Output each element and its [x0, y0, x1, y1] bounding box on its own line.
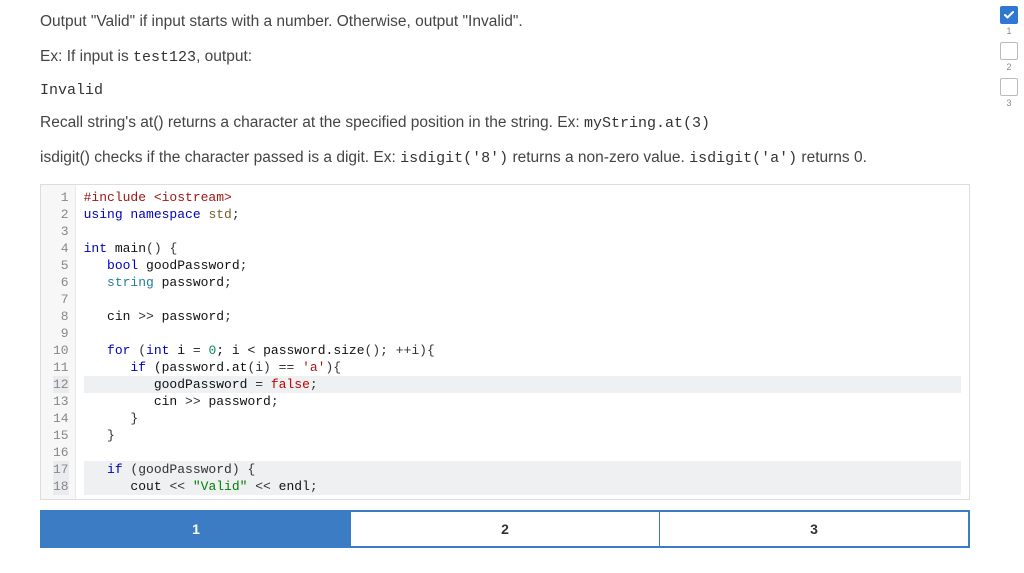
line-number: 2 [53, 206, 69, 223]
code-line[interactable]: int main() { [84, 240, 961, 257]
progress-box-2[interactable] [1000, 42, 1018, 60]
line-number: 7 [53, 291, 69, 308]
code-column[interactable]: #include <iostream>using namespace std; i… [76, 185, 969, 499]
instruction-line-1: Output "Valid" if input starts with a nu… [40, 12, 935, 33]
progress-number: 1 [1006, 26, 1011, 36]
code-line[interactable]: if (password.at(i) == 'a'){ [84, 359, 961, 376]
line-number: 4 [53, 240, 69, 257]
code-line[interactable]: goodPassword = false; [84, 376, 961, 393]
example-input-code: test123 [133, 49, 196, 66]
code-line[interactable]: cout << "Valid" << endl; [84, 478, 961, 495]
progress-number: 3 [1006, 98, 1011, 108]
example-output: Invalid [40, 82, 935, 99]
code-line[interactable] [84, 291, 961, 308]
code-line[interactable] [84, 223, 961, 240]
isdigit-example1-code: isdigit('8') [400, 150, 508, 167]
instruction-line-4: isdigit() checks if the character passed… [40, 148, 935, 169]
code-line[interactable]: for (int i = 0; i < password.size(); ++i… [84, 342, 961, 359]
code-area: 123456789101112131415161718 #include <io… [41, 185, 969, 499]
at-example-code: myString.at(3) [584, 115, 710, 132]
test-case-pager: 123 [40, 510, 970, 548]
code-editor[interactable]: 123456789101112131415161718 #include <io… [40, 184, 970, 500]
instruction-text: returns 0. [797, 149, 867, 166]
line-number: 17 [53, 461, 69, 478]
line-number: 5 [53, 257, 69, 274]
instruction-text: isdigit() checks if the character passed… [40, 149, 400, 166]
line-number: 6 [53, 274, 69, 291]
instruction-line-3: Recall string's at() returns a character… [40, 113, 935, 134]
instruction-text: , output: [196, 48, 252, 65]
line-number: 8 [53, 308, 69, 325]
code-line[interactable]: using namespace std; [84, 206, 961, 223]
code-line[interactable]: if (goodPassword) { [84, 461, 961, 478]
code-line[interactable] [84, 444, 961, 461]
code-line[interactable]: cin >> password; [84, 308, 961, 325]
pager-button-1[interactable]: 1 [42, 512, 351, 546]
code-line[interactable]: } [84, 410, 961, 427]
line-number-gutter: 123456789101112131415161718 [41, 185, 76, 499]
instructions: Output "Valid" if input starts with a nu… [40, 12, 935, 170]
line-number: 1 [53, 189, 69, 206]
line-number: 9 [53, 325, 69, 342]
progress-rail: 1 2 3 [1000, 6, 1018, 112]
instruction-text: Ex: If input is [40, 48, 133, 65]
code-line[interactable]: } [84, 427, 961, 444]
code-line[interactable]: string password; [84, 274, 961, 291]
progress-box-3[interactable] [1000, 78, 1018, 96]
instruction-text: Recall string's at() returns a character… [40, 114, 584, 131]
line-number: 11 [53, 359, 69, 376]
progress-number: 2 [1006, 62, 1011, 72]
line-number: 14 [53, 410, 69, 427]
code-line[interactable]: bool goodPassword; [84, 257, 961, 274]
code-line[interactable] [84, 325, 961, 342]
instruction-line-2: Ex: If input is test123, output: [40, 47, 935, 68]
line-number: 12 [53, 376, 69, 393]
code-line[interactable]: #include <iostream> [84, 189, 961, 206]
line-number: 13 [53, 393, 69, 410]
line-number: 18 [53, 478, 69, 495]
line-number: 16 [53, 444, 69, 461]
pager-button-3[interactable]: 3 [660, 512, 968, 546]
line-number: 3 [53, 223, 69, 240]
line-number: 15 [53, 427, 69, 444]
line-number: 10 [53, 342, 69, 359]
check-icon [1003, 9, 1015, 21]
pager-button-2[interactable]: 2 [351, 512, 660, 546]
code-line[interactable]: cin >> password; [84, 393, 961, 410]
instruction-text: returns a non-zero value. [508, 149, 689, 166]
progress-box-1[interactable] [1000, 6, 1018, 24]
main-content: Output "Valid" if input starts with a nu… [0, 0, 975, 548]
isdigit-example2-code: isdigit('a') [689, 150, 797, 167]
